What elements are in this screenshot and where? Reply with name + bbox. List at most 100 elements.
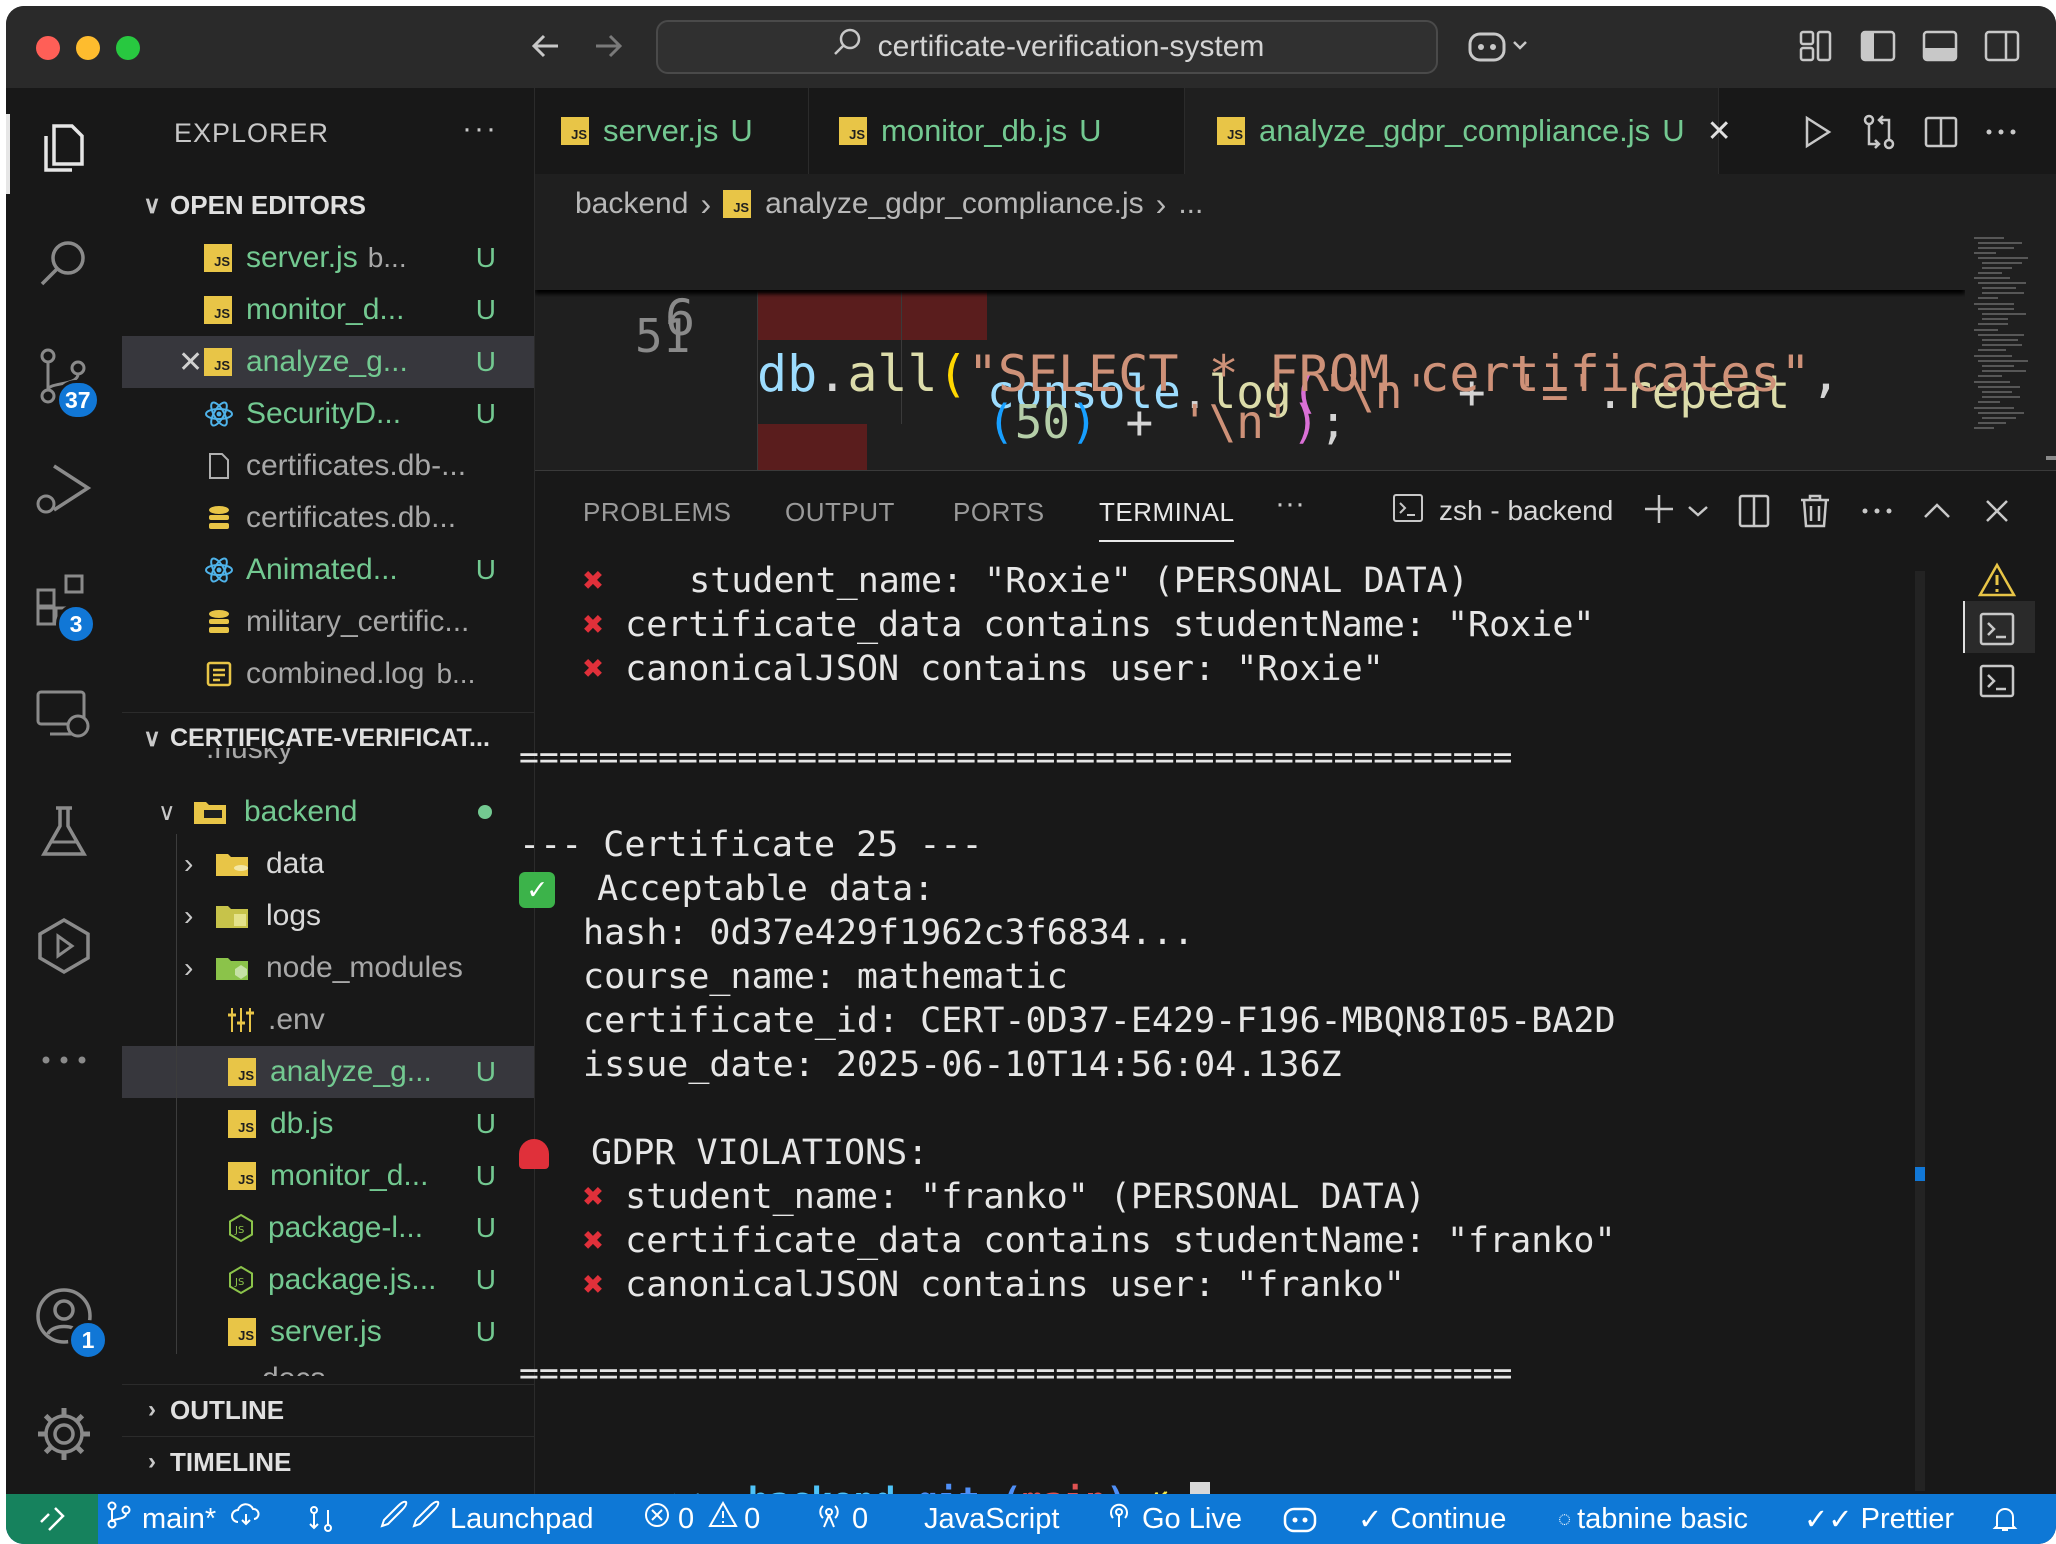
terminal-icon[interactable] bbox=[1977, 661, 2017, 706]
terminal-line: hash: 0d37e429f1962c3f6834... bbox=[583, 913, 1195, 953]
tab-server-js[interactable]: JS server.js U bbox=[535, 88, 809, 174]
close-tab-icon[interactable]: ✕ bbox=[1707, 114, 1732, 149]
launchpad-status[interactable]: Launchpad bbox=[378, 1494, 594, 1544]
close-panel-icon[interactable] bbox=[1977, 491, 2017, 531]
tab-problems[interactable]: PROBLEMS bbox=[583, 497, 732, 528]
ports-status[interactable]: 0 bbox=[814, 1494, 868, 1544]
tab-terminal[interactable]: TERMINAL bbox=[1099, 497, 1235, 542]
prettier-status[interactable]: ✓✓ Prettier bbox=[1804, 1494, 1954, 1544]
command-center-search[interactable]: certificate-verification-system bbox=[656, 20, 1438, 74]
tree-file[interactable]: JS server.js U bbox=[122, 1306, 534, 1358]
trash-icon[interactable] bbox=[1795, 491, 1835, 531]
chevron-right-icon: › bbox=[148, 1396, 156, 1423]
terminal-icon bbox=[1391, 491, 1425, 532]
continue-status[interactable]: ✓ Continue bbox=[1358, 1494, 1506, 1544]
forward-arrow-icon[interactable] bbox=[588, 26, 628, 66]
timeline-header[interactable]: › TIMELINE bbox=[122, 1436, 534, 1487]
tab-analyze-gdpr-compliance-js[interactable]: JS analyze_gdpr_compliance.js U ✕ bbox=[1185, 88, 1732, 174]
tree-folder-logs[interactable]: › logs bbox=[122, 890, 534, 942]
copilot-status[interactable] bbox=[1282, 1494, 1318, 1544]
explorer-sidebar: EXPLORER ··· ∨ OPEN EDITORS JS server.js… bbox=[122, 88, 535, 1494]
minimap[interactable] bbox=[1966, 234, 2056, 470]
breadcrumb: backend › JS analyze_gdpr_compliance.js … bbox=[535, 174, 2056, 234]
toggle-panel-icon[interactable] bbox=[1920, 26, 1960, 66]
go-live-status[interactable]: Go Live bbox=[1104, 1494, 1242, 1544]
tree-file-analyze-active[interactable]: JS analyze_g... U bbox=[122, 1046, 534, 1098]
tree-folder-node-modules[interactable]: › node_modules bbox=[122, 942, 534, 994]
open-editor-item[interactable]: military_certific... bbox=[122, 596, 534, 648]
manage-gear-icon[interactable] bbox=[32, 1402, 96, 1466]
explorer-icon[interactable] bbox=[32, 116, 96, 180]
remote-explorer-icon[interactable] bbox=[32, 682, 96, 746]
chevron-down-icon[interactable] bbox=[1685, 491, 1711, 531]
tree-file[interactable]: JS package.js... U bbox=[122, 1254, 534, 1306]
customize-layout-icon[interactable] bbox=[1796, 26, 1836, 66]
tree-folder-backend[interactable]: ∨ backend bbox=[122, 786, 534, 838]
broadcast-icon bbox=[1104, 1500, 1134, 1538]
open-editors-header[interactable]: ∨ OPEN EDITORS bbox=[122, 180, 534, 230]
close-icon[interactable]: ✕ bbox=[178, 345, 203, 380]
gitlens-icon[interactable] bbox=[32, 914, 96, 978]
zoom-window-button[interactable] bbox=[116, 36, 140, 60]
toggle-secondary-sidebar-icon[interactable] bbox=[1982, 26, 2022, 66]
toggle-sidebar-icon[interactable] bbox=[1858, 26, 1898, 66]
remote-indicator[interactable] bbox=[6, 1494, 98, 1544]
react-icon bbox=[204, 399, 234, 429]
tree-file[interactable]: JS monitor_d... U bbox=[122, 1150, 534, 1202]
panel-more-actions-icon[interactable] bbox=[1857, 491, 1897, 531]
tree-file[interactable]: JS db.js U bbox=[122, 1098, 534, 1150]
open-editor-item[interactable]: SecurityD... U bbox=[122, 388, 534, 440]
outline-header[interactable]: › OUTLINE bbox=[122, 1384, 534, 1435]
split-terminal-icon[interactable] bbox=[1735, 491, 1775, 531]
close-window-button[interactable] bbox=[36, 36, 60, 60]
tab-monitor-db-js[interactable]: JS monitor_db.js U bbox=[809, 88, 1185, 174]
explorer-more-button[interactable]: ··· bbox=[462, 112, 498, 146]
editor-more-actions-icon[interactable] bbox=[1981, 112, 2021, 152]
breadcrumb-symbol[interactable]: ... bbox=[1178, 187, 1203, 221]
tree-folder-data[interactable]: › data bbox=[122, 838, 534, 890]
chevron-right-icon: › bbox=[184, 900, 194, 931]
maximize-panel-icon[interactable] bbox=[1917, 491, 1957, 531]
tree-folder-docs[interactable]: docs bbox=[122, 1358, 534, 1376]
tab-ports[interactable]: PORTS bbox=[953, 497, 1045, 528]
tree-file[interactable]: JS package-l... U bbox=[122, 1202, 534, 1254]
search-icon[interactable] bbox=[32, 232, 96, 296]
open-editor-item[interactable]: JS server.js b... U bbox=[122, 232, 534, 284]
run-file-icon[interactable] bbox=[1797, 112, 1837, 152]
folder-node-icon bbox=[214, 954, 252, 982]
new-terminal-plus-icon[interactable] bbox=[1641, 491, 1681, 531]
breadcrumb-file[interactable]: analyze_gdpr_compliance.js bbox=[765, 187, 1144, 221]
git-graph-status[interactable] bbox=[306, 1494, 336, 1544]
back-arrow-icon[interactable] bbox=[526, 26, 566, 66]
terminal-selector[interactable]: zsh - backend bbox=[1391, 491, 1613, 531]
more-views-icon[interactable] bbox=[32, 1028, 96, 1092]
problems-status[interactable]: 0 0 bbox=[642, 1494, 760, 1544]
open-editor-item[interactable]: certificates.db... bbox=[122, 492, 534, 544]
minimize-window-button[interactable] bbox=[76, 36, 100, 60]
open-editor-item[interactable]: certificates.db-... bbox=[122, 440, 534, 492]
panel-more-button[interactable]: ··· bbox=[1275, 487, 1305, 521]
copilot-icon[interactable] bbox=[1466, 26, 1536, 66]
terminal-line: --- Certificate 25 --- bbox=[519, 825, 983, 865]
git-branch-status[interactable]: main* bbox=[104, 1494, 262, 1544]
tabnine-status[interactable]: ◌ tabnine basic bbox=[1558, 1494, 1748, 1544]
tree-folder-husky[interactable]: .husky bbox=[122, 748, 534, 778]
code-editor[interactable]: 6 db.all("SELECT * FROM certificates", 5… bbox=[535, 234, 1965, 470]
tree-file-env[interactable]: .env bbox=[122, 994, 534, 1046]
terminal-scrollbar[interactable] bbox=[1915, 571, 1925, 1491]
open-editor-item[interactable]: combined.log b... bbox=[122, 648, 534, 700]
language-mode[interactable]: JavaScript bbox=[924, 1494, 1059, 1544]
tab-output[interactable]: OUTPUT bbox=[785, 497, 895, 528]
compare-changes-icon[interactable] bbox=[1859, 112, 1899, 152]
split-editor-icon[interactable] bbox=[1921, 112, 1961, 152]
terminal-output[interactable]: ✖ student_name: "Roxie" (PERSONAL DATA) … bbox=[519, 561, 1895, 1522]
open-editor-item-active[interactable]: ✕ JS analyze_g... U bbox=[122, 336, 534, 388]
notifications-bell-icon[interactable] bbox=[1990, 1494, 2020, 1544]
breadcrumb-folder[interactable]: backend bbox=[575, 187, 688, 221]
warning-icon[interactable] bbox=[1977, 561, 2017, 606]
open-editor-item[interactable]: JS monitor_d... U bbox=[122, 284, 534, 336]
testing-icon[interactable] bbox=[32, 800, 96, 864]
run-debug-icon[interactable] bbox=[32, 458, 96, 522]
open-editor-item[interactable]: Animated... U bbox=[122, 544, 534, 596]
terminal-line: ✓ Acceptable data: bbox=[519, 869, 934, 909]
